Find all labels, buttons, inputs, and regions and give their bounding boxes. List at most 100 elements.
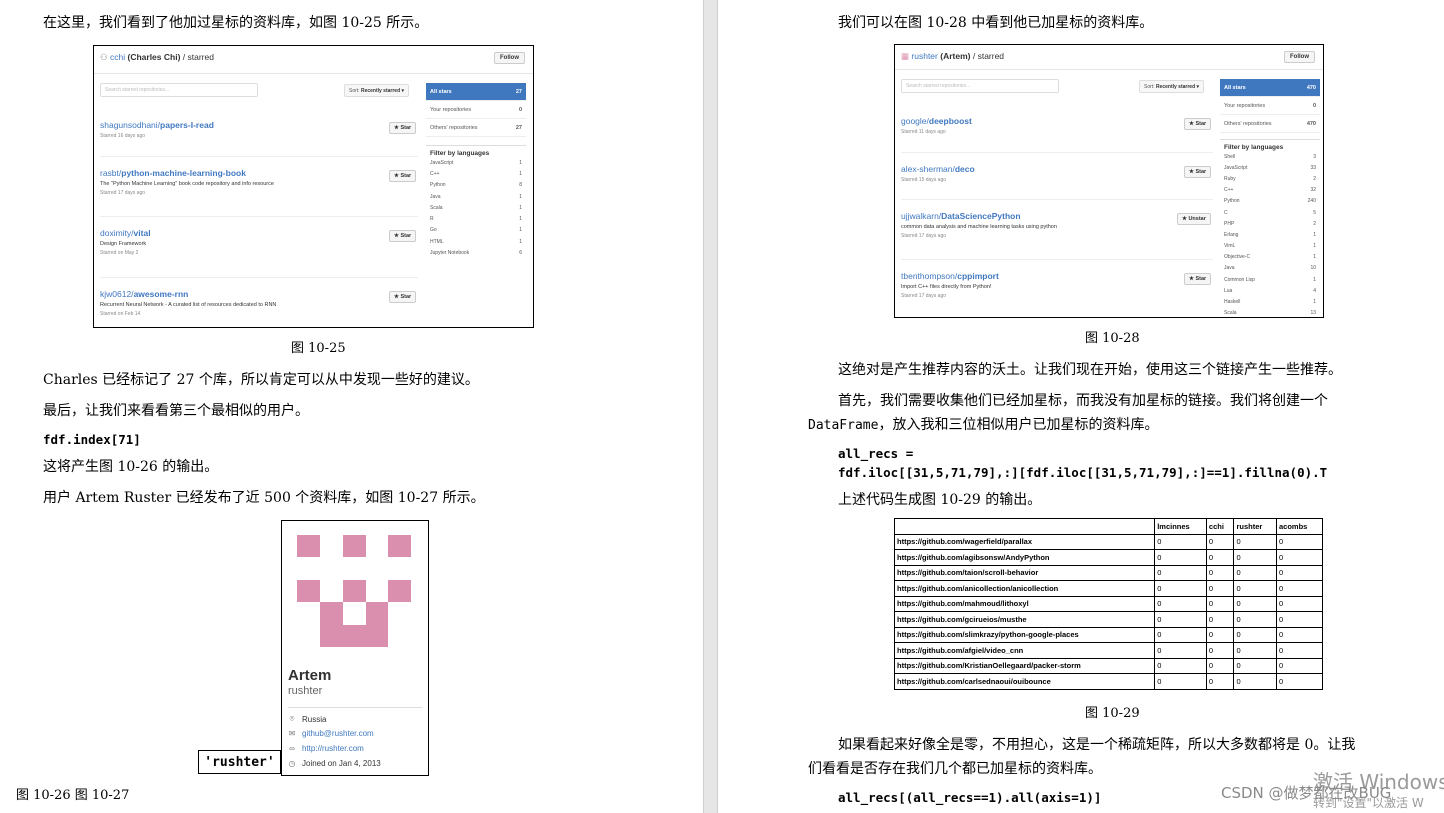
repo-owner[interactable]: doximity/: [100, 228, 134, 238]
language-filter-item[interactable]: Python 240: [1220, 196, 1320, 207]
language-filter-item[interactable]: Haskell 1: [1220, 296, 1320, 307]
language-filter-item[interactable]: Erlang 1: [1220, 229, 1320, 240]
repo-title[interactable]: deepboost: [929, 116, 972, 126]
table-cell: 0: [1233, 611, 1277, 628]
fig25-sort-select[interactable]: Sort: Recently starred ▾: [344, 84, 410, 97]
language-filter-item[interactable]: Ruby 2: [1220, 173, 1320, 184]
caption-10-25: 图 10-25: [291, 341, 346, 356]
table-cell: 0: [1154, 642, 1207, 659]
fig28-user-link[interactable]: rushter: [911, 51, 937, 61]
profile-email-link[interactable]: github@rushter.com: [302, 729, 374, 738]
profile-url[interactable]: ∞ http://rushter.com: [288, 744, 364, 753]
language-filter-item[interactable]: Java 1: [426, 191, 526, 202]
language-count: 240: [1307, 198, 1316, 205]
repo-name-link[interactable]: doximity/vital: [100, 228, 151, 238]
repo-title[interactable]: awesome-rnn: [134, 289, 189, 299]
star-button[interactable]: ★ Star: [1184, 273, 1212, 285]
repo-title[interactable]: deco: [955, 164, 975, 174]
repo-starred-date: Starred 17 days ago: [100, 190, 146, 196]
repo-owner[interactable]: kjw0612/: [100, 289, 134, 299]
profile-joined-text: Joined on Jan 4, 2013: [302, 759, 381, 768]
repo-owner[interactable]: ujjwalkarn/: [901, 211, 941, 221]
table-row: https://github.com/agibsonsw/AndyPython 0…: [893, 549, 1324, 566]
right-code-3: all_recs[(all_recs==1).all(axis=1)]: [838, 790, 1102, 805]
fig25-follow-button[interactable]: Follow: [494, 52, 525, 64]
language-filter-item[interactable]: C++ 32: [1220, 185, 1320, 196]
language-count: 6: [519, 250, 522, 257]
language-filter-item[interactable]: JavaScript 1: [426, 157, 526, 168]
repo-name-link[interactable]: rasbt/python-machine-learning-book: [100, 168, 274, 178]
fig25-search-input[interactable]: Search starred repositories...: [100, 83, 258, 97]
language-filter-item[interactable]: HTML 1: [426, 236, 526, 247]
repo-name-link[interactable]: shagunsodhani/papers-I-read: [100, 120, 214, 130]
language-filter-item[interactable]: Objective-C 1: [1220, 252, 1320, 263]
sidebar-tab[interactable]: All stars 27: [426, 83, 526, 101]
repo-title[interactable]: python-machine-learning-book: [121, 168, 246, 178]
language-filter-item[interactable]: Scala 13: [1220, 308, 1320, 317]
star-button[interactable]: ★ Star: [389, 170, 417, 182]
language-filter-item[interactable]: R1: [426, 213, 526, 224]
star-button[interactable]: ★ Star: [1184, 118, 1212, 130]
language-name: Haskell: [1224, 299, 1241, 306]
table-index-header: [893, 518, 1156, 535]
fig28-follow-button[interactable]: Follow: [1284, 51, 1315, 63]
table-row: https://github.com/anicollection/anicoll…: [893, 580, 1324, 597]
language-filter-item[interactable]: JavaScript 33: [1220, 162, 1320, 173]
repo-title[interactable]: DataSciencePython: [941, 211, 1020, 221]
repo-owner[interactable]: alex-sherman/: [901, 164, 955, 174]
profile-url-link[interactable]: http://rushter.com: [302, 744, 364, 753]
star-button[interactable]: ★ Star: [389, 230, 417, 242]
language-name: Common Lisp: [1224, 276, 1255, 283]
repo-owner[interactable]: google/: [901, 116, 929, 126]
star-button[interactable]: ★ Star: [389, 122, 417, 134]
language-filter-item[interactable]: Java 10: [1220, 263, 1320, 274]
starred-repo: kjw0612/awesome-rnn Recurrent Neural Netw…: [100, 289, 276, 317]
sidebar-tab[interactable]: All stars 470: [1220, 79, 1320, 97]
fig25-sort-value: Recently starred ▾: [360, 88, 405, 94]
star-button[interactable]: ★ Star: [1184, 166, 1212, 178]
language-filter-item[interactable]: VimL 1: [1220, 241, 1320, 252]
table-row-label: https://github.com/mahmoud/lithoxyl: [893, 595, 1156, 612]
fig25-user-link[interactable]: cchi: [110, 52, 125, 62]
sidebar-tab[interactable]: Others' repositories 470: [1220, 115, 1320, 133]
repo-title[interactable]: cppimport: [957, 271, 999, 281]
sidebar-tab[interactable]: Your repositories 0: [426, 101, 526, 119]
language-filter-item[interactable]: C++ 1: [426, 168, 526, 179]
fig25-sidebar: All stars 27 Your repositories 0 Others' rep…: [426, 83, 526, 259]
language-name: Java: [430, 193, 441, 200]
language-filter-item[interactable]: Jupyter Notebook 6: [426, 247, 526, 258]
language-filter-item[interactable]: Lua 4: [1220, 285, 1320, 296]
repo-name-link[interactable]: google/deepboost: [901, 116, 972, 126]
repo-owner[interactable]: shagunsodhani/: [100, 120, 160, 130]
repo-name-link[interactable]: ujjwalkarn/DataSciencePython: [901, 211, 1057, 221]
fig28-sort-select[interactable]: Sort: Recently starred ▾: [1139, 80, 1205, 93]
language-count: 4: [1313, 287, 1316, 294]
right-code-2: fdf.iloc[[31,5,71,79],:][fdf.iloc[[31,5,…: [838, 465, 1328, 480]
repo-owner[interactable]: rasbt/: [100, 168, 121, 178]
right-para-2b: DataFrame，放入我和三位相似用户已加星标的资料库。: [808, 415, 1158, 436]
star-button[interactable]: ★ Unstar: [1177, 213, 1211, 225]
repo-divider: [100, 277, 418, 278]
table-cell: 0: [1233, 657, 1277, 674]
star-button[interactable]: ★ Star: [389, 291, 417, 303]
repo-title[interactable]: papers-I-read: [160, 120, 214, 130]
language-filter-item[interactable]: Scala 1: [426, 202, 526, 213]
language-filter-item[interactable]: PHP 2: [1220, 218, 1320, 229]
repo-name-link[interactable]: alex-sherman/deco: [901, 164, 975, 174]
repo-name-link[interactable]: tbenthompson/cppimport: [901, 271, 999, 281]
language-filter-item[interactable]: Go 1: [426, 225, 526, 236]
language-filter-item[interactable]: Python 8: [426, 180, 526, 191]
sidebar-tab[interactable]: Others' repositories 27: [426, 119, 526, 137]
fig28-search-input[interactable]: Search starred repositories...: [901, 79, 1059, 93]
language-filter-item[interactable]: C5: [1220, 207, 1320, 218]
language-filter-item[interactable]: Shell 3: [1220, 151, 1320, 162]
sidebar-tab-count: 0: [1312, 102, 1316, 109]
starred-repo: shagunsodhani/papers-I-read Starred 16 da…: [100, 120, 214, 139]
language-filter-item[interactable]: Common Lisp 1: [1220, 274, 1320, 285]
repo-name-link[interactable]: kjw0612/awesome-rnn: [100, 289, 276, 299]
profile-email[interactable]: ✉ github@rushter.com: [288, 729, 374, 738]
sidebar-tab[interactable]: Your repositories 0: [1220, 97, 1320, 115]
repo-title[interactable]: vital: [134, 228, 151, 238]
language-name: C++: [430, 170, 440, 177]
repo-owner[interactable]: tbenthompson/: [901, 271, 957, 281]
